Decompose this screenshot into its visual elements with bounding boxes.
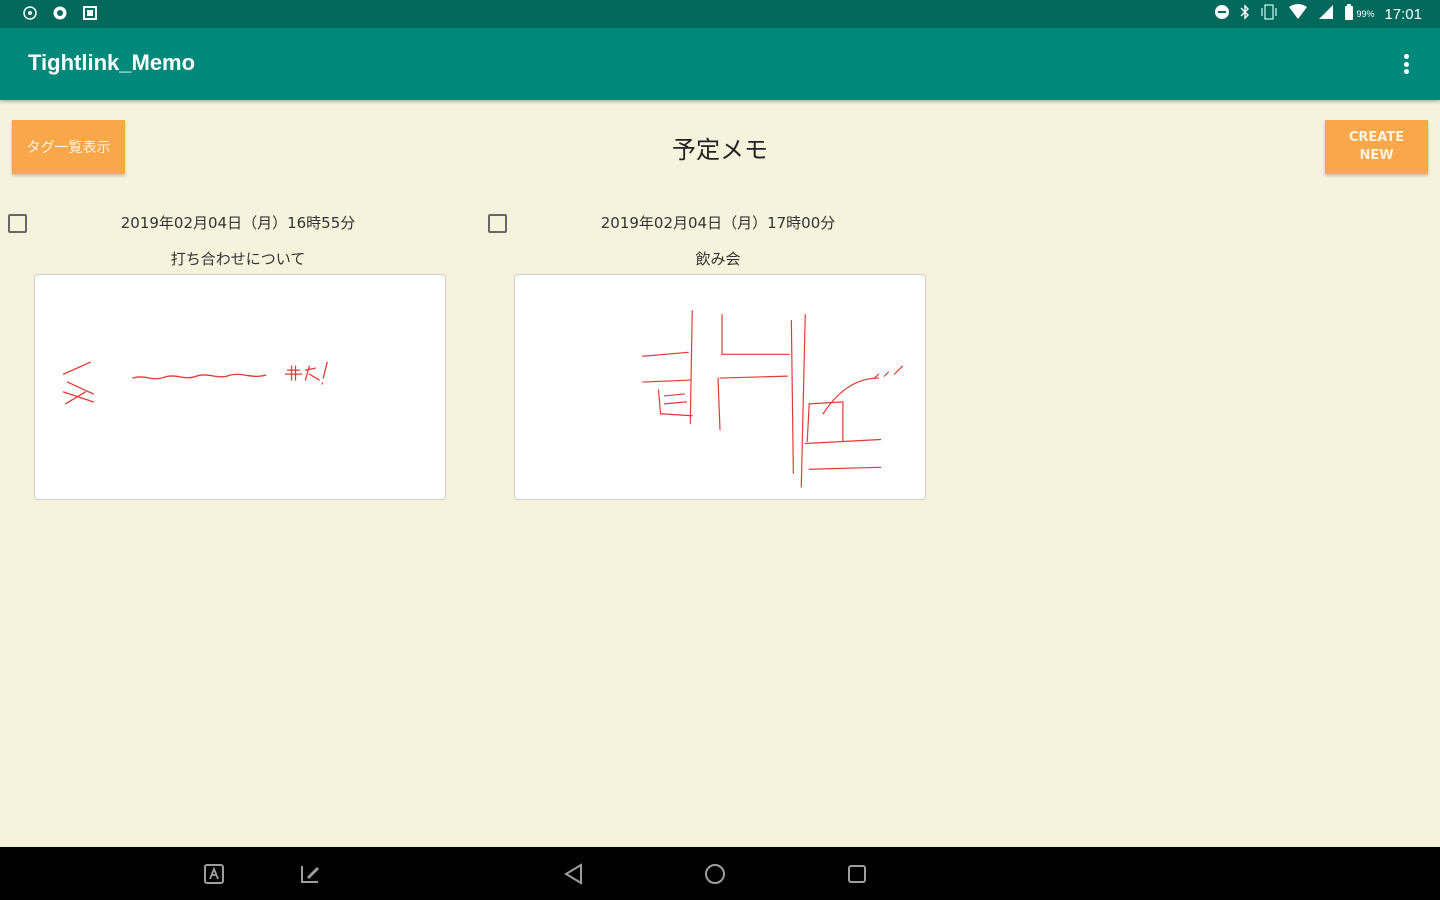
handwriting-sketch [62, 361, 328, 405]
memo-thumbnail[interactable] [34, 274, 446, 500]
recents-icon[interactable] [844, 861, 870, 887]
status-bar: 99% 17:01 [0, 0, 1440, 28]
memo-datetime: 2019年02月04日（月）16時55分 [120, 214, 356, 232]
battery-percent: 99% [1356, 9, 1375, 19]
memo-checkbox[interactable] [488, 214, 507, 233]
memo-title: 打ち合わせについて [170, 250, 306, 268]
create-new-button[interactable]: CREATE NEW [1325, 120, 1428, 174]
clock: 17:01 [1384, 5, 1422, 23]
vibrate-icon [1260, 4, 1278, 24]
dnd-icon [1214, 4, 1230, 24]
overflow-menu-icon[interactable] [1394, 50, 1418, 78]
sync-icon [52, 5, 68, 21]
cell-signal-icon [1318, 4, 1334, 24]
bluetooth-icon [1240, 4, 1250, 24]
memo-datetime: 2019年02月04日（月）17時00分 [600, 214, 836, 232]
navigation-bar [0, 847, 1440, 900]
app-a-icon[interactable] [201, 861, 227, 887]
page-title: 予定メモ [672, 136, 768, 164]
notification-icon [22, 5, 38, 21]
screenshot-icon [82, 5, 98, 21]
memo-checkbox[interactable] [8, 214, 27, 233]
back-icon[interactable] [560, 861, 586, 887]
wifi-icon [1288, 4, 1308, 24]
battery-icon [1344, 4, 1354, 24]
app-bar: Tightlink_Memo [0, 28, 1440, 100]
status-right-icons: 99% 17:01 [1214, 4, 1422, 24]
memo-thumbnail[interactable] [514, 274, 926, 500]
handwriting-map-sketch [642, 310, 903, 488]
status-left-icons [22, 5, 98, 21]
home-icon[interactable] [702, 861, 728, 887]
memo-title: 飲み会 [695, 250, 741, 268]
app-title: Tightlink_Memo [28, 50, 196, 75]
pen-edit-icon[interactable] [297, 861, 323, 887]
